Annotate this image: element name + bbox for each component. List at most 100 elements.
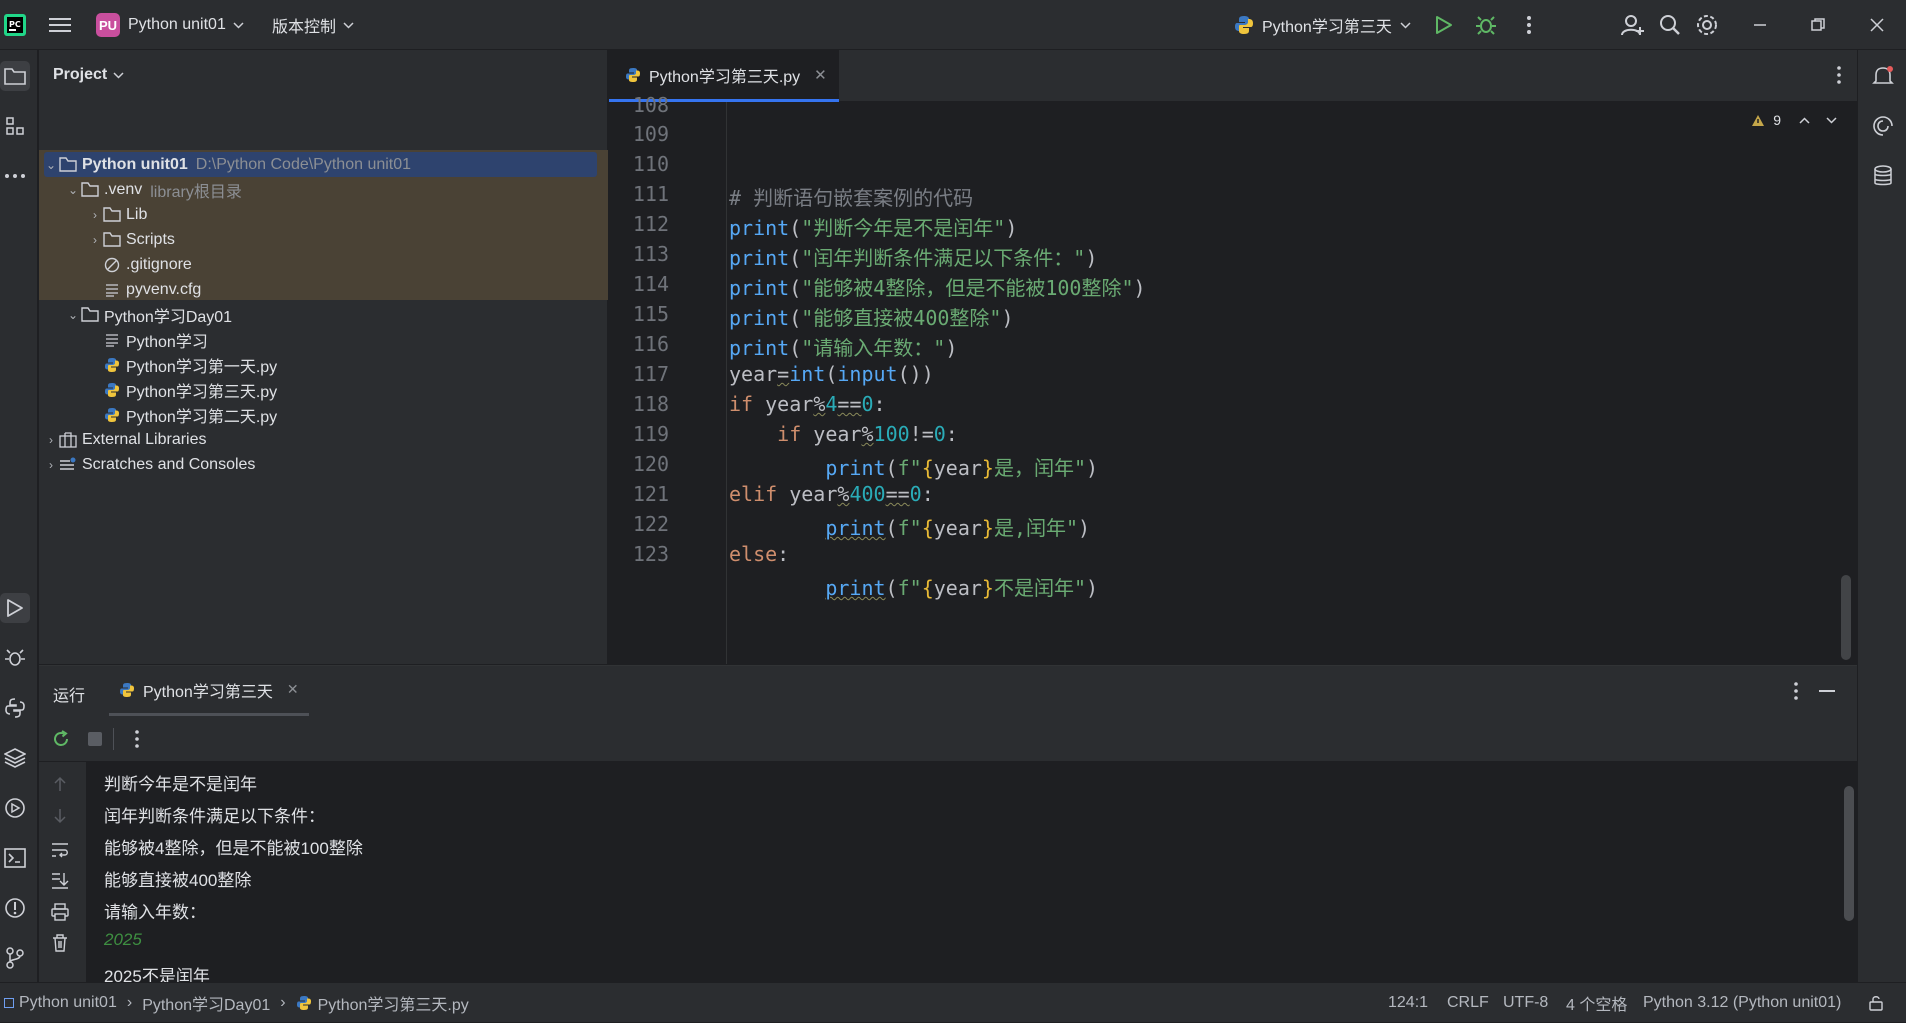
- tree-item-label: Python学习第三天.py: [126, 383, 278, 401]
- project-switcher[interactable]: PU Python unit01: [96, 0, 244, 50]
- breadcrumb-item[interactable]: Python unit01: [19, 994, 117, 1012]
- python-console-icon[interactable]: [0, 693, 30, 723]
- add-user-icon[interactable]: [1618, 10, 1648, 40]
- project-folder-icon[interactable]: [0, 61, 30, 91]
- run-tool-window: 运行 Python学习第三天 ✕ 判断今年是不是闰年 闰年判断条件满足以下条件：…: [39, 665, 1857, 986]
- notifications-bell-icon[interactable]: [1868, 61, 1898, 91]
- caret-position[interactable]: 124:1: [1388, 983, 1428, 1023]
- structure-icon[interactable]: [0, 111, 30, 141]
- code-string: 不是闰年": [993, 576, 1086, 600]
- tree-item-python-study[interactable]: Python学习: [102, 327, 208, 352]
- folder-icon: [102, 206, 122, 224]
- run-config-selector[interactable]: Python学习第三天: [1234, 0, 1411, 50]
- line-separator[interactable]: CRLF: [1447, 983, 1489, 1023]
- vcs-menu[interactable]: 版本控制: [272, 0, 354, 50]
- tree-item-label: Python学习Day01: [104, 308, 233, 326]
- settings-gear-icon[interactable]: [1692, 10, 1722, 40]
- tree-item-label: Lib: [126, 205, 148, 223]
- toolbar-divider: [113, 728, 114, 750]
- breadcrumb-item[interactable]: Python学习Day01: [142, 991, 270, 1015]
- tree-item-scratches[interactable]: › Scratches and Consoles: [44, 452, 255, 477]
- trash-icon[interactable]: [52, 934, 68, 952]
- tree-item-project-root[interactable]: ⌄ Python unit01 D:\Python Code\Python un…: [44, 152, 597, 177]
- tree-item-pyvenv-cfg[interactable]: pyvenv.cfg: [102, 277, 201, 302]
- editor-tab-bar: Python学习第三天.py ✕: [609, 50, 1857, 102]
- indent-setting[interactable]: 4 个空格: [1566, 983, 1627, 1023]
- run-options-icon[interactable]: [1794, 682, 1798, 700]
- soft-wrap-icon[interactable]: [51, 842, 69, 858]
- file-encoding[interactable]: UTF-8: [1503, 983, 1548, 1023]
- code-line-112: print("闰年判断条件满足以下条件："): [729, 246, 1098, 270]
- tree-item-path: D:\Python Code\Python unit01: [195, 155, 412, 173]
- ai-assistant-icon[interactable]: [1868, 111, 1898, 141]
- close-icon[interactable]: [1862, 10, 1892, 40]
- restore-icon[interactable]: [1803, 10, 1833, 40]
- debug-tool-icon[interactable]: [0, 643, 30, 673]
- tree-item-day2-py[interactable]: Python学习第二天.py: [102, 402, 277, 427]
- console-scrollbar[interactable]: [1844, 786, 1854, 921]
- hide-panel-icon[interactable]: [1819, 690, 1835, 692]
- scroll-to-end-icon[interactable]: [51, 872, 69, 890]
- tree-item-gitignore[interactable]: .gitignore: [102, 252, 192, 277]
- more-actions-icon[interactable]: [135, 730, 139, 748]
- left-tool-strip: [0, 50, 38, 982]
- python-interpreter[interactable]: Python 3.12 (Python unit01): [1643, 983, 1841, 1023]
- tree-item-external-libraries[interactable]: › External Libraries: [44, 427, 207, 452]
- tab-close-icon[interactable]: ✕: [814, 66, 827, 84]
- svg-text:PC: PC: [9, 20, 21, 29]
- tree-item-label: Scripts: [126, 230, 175, 248]
- code-line-116: year=int(input()): [729, 362, 934, 386]
- print-icon[interactable]: [51, 903, 69, 921]
- module-icon: [4, 998, 14, 1008]
- tree-item-day3-py[interactable]: Python学习第三天.py: [102, 377, 277, 402]
- more-tools-icon[interactable]: [0, 161, 30, 191]
- console-output[interactable]: 判断今年是不是闰年 闰年判断条件满足以下条件： 能够被4整除，但是不能被100整…: [86, 762, 1857, 986]
- scroll-up-icon[interactable]: [53, 776, 67, 792]
- console-line: 闰年判断条件满足以下条件：: [104, 807, 325, 826]
- right-tool-strip: [1857, 50, 1906, 982]
- main-menu-icon[interactable]: [45, 10, 75, 40]
- tree-item-scripts[interactable]: › Scripts: [88, 227, 175, 252]
- editor-scrollbar[interactable]: [1841, 575, 1851, 660]
- code-line-118: if year%100!=0:: [777, 422, 958, 446]
- editor-options-icon[interactable]: [1837, 66, 1841, 84]
- problems-icon[interactable]: [0, 893, 30, 923]
- run-toolbar: [39, 716, 1857, 762]
- lock-icon[interactable]: [1868, 983, 1884, 1023]
- code-string: 是，闰年": [993, 456, 1086, 480]
- code-line-110: # 判断语句嵌套案例的代码: [729, 182, 973, 211]
- stop-icon[interactable]: [88, 732, 102, 746]
- chevron-down-icon: [1400, 21, 1411, 29]
- run-tool-icon[interactable]: [0, 593, 30, 623]
- services-icon[interactable]: [0, 793, 30, 823]
- minimize-icon[interactable]: [1745, 10, 1775, 40]
- tree-item-day1-py[interactable]: Python学习第一天.py: [102, 352, 277, 377]
- tree-item-day01-folder[interactable]: ⌄ Python学习Day01: [66, 302, 232, 327]
- vcs-label: 版本控制: [272, 19, 337, 36]
- more-actions-icon[interactable]: [1514, 10, 1544, 40]
- rerun-icon[interactable]: [51, 729, 71, 749]
- database-icon[interactable]: [1868, 161, 1898, 191]
- terminal-icon[interactable]: [0, 843, 30, 873]
- code-area[interactable]: # 判断语句嵌套案例的代码 print("判断今年是不是闰年") print("…: [609, 102, 1809, 664]
- next-highlight-icon[interactable]: [1826, 116, 1837, 124]
- search-icon[interactable]: [1655, 10, 1685, 40]
- python-packages-icon[interactable]: [0, 743, 30, 773]
- project-panel-header[interactable]: Project: [53, 66, 124, 84]
- python-file-icon: [102, 356, 122, 374]
- scroll-down-icon[interactable]: [53, 808, 67, 824]
- chevron-down-icon: ⌄: [67, 307, 79, 322]
- pycharm-logo-icon[interactable]: PC: [0, 10, 30, 40]
- run-tab-label: Python学习第三天: [143, 683, 273, 701]
- tab-close-icon[interactable]: ✕: [287, 681, 299, 698]
- chevron-right-icon: ›: [93, 207, 97, 222]
- tree-item-lib[interactable]: › Lib: [88, 202, 147, 227]
- code-line-111: print("判断今年是不是闰年"): [729, 216, 1018, 240]
- breadcrumb-item[interactable]: Python学习第三天.py: [318, 991, 469, 1015]
- tree-item-venv[interactable]: ⌄ .venv library根目录: [66, 177, 242, 202]
- run-tab-active[interactable]: Python学习第三天 ✕: [109, 666, 309, 716]
- breadcrumb-separator-icon: ›: [280, 994, 286, 1011]
- run-button[interactable]: [1429, 10, 1459, 40]
- debug-button[interactable]: [1471, 10, 1501, 40]
- git-branch-icon[interactable]: [0, 943, 30, 973]
